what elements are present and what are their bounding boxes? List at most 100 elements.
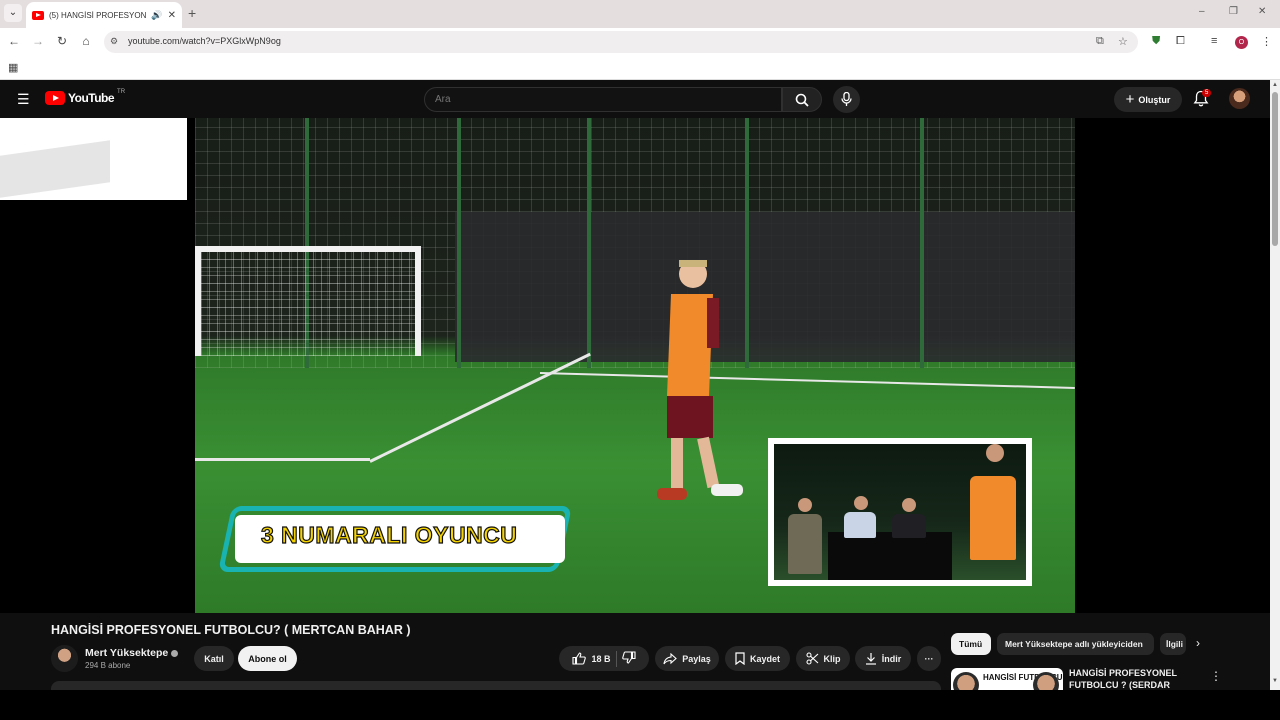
address-bar[interactable]: ⚙ youtube.com/watch?v=PXGlxWpN9og ⧉ ☆ bbox=[104, 31, 1138, 53]
subscribe-button[interactable]: Abone ol bbox=[238, 646, 297, 671]
download-label: İndir bbox=[881, 653, 902, 664]
download-button[interactable]: İndir bbox=[855, 646, 911, 671]
thumbs-down-icon bbox=[621, 651, 636, 664]
pitch-line bbox=[195, 458, 370, 461]
picture-in-picture-inset bbox=[768, 438, 1032, 586]
profile-avatar[interactable]: O bbox=[1235, 36, 1248, 49]
download-icon bbox=[865, 653, 876, 665]
join-button[interactable]: Katıl bbox=[194, 646, 234, 671]
close-tab-icon[interactable]: ✕ bbox=[168, 10, 176, 21]
scrollbar-thumb[interactable] bbox=[1272, 92, 1278, 246]
url-text[interactable]: youtube.com/watch?v=PXGlxWpN9og bbox=[128, 36, 281, 46]
search-input[interactable] bbox=[435, 94, 765, 105]
recommended-title[interactable]: HANGİSİ PROFESYONEL FUTBOLCU ? (SERDAR bbox=[1069, 667, 1204, 691]
net-post bbox=[587, 118, 591, 368]
share-icon bbox=[663, 652, 678, 664]
chip-from-uploader[interactable]: Mert Yüksektepe adlı yükleyiciden bbox=[997, 633, 1154, 655]
apps-grid-icon[interactable]: ▦ bbox=[8, 61, 18, 74]
chip-label: Mert Yüksektepe adlı yükleyiciden bbox=[1005, 639, 1143, 649]
video-title: HANGİSİ PROFESYONEL FUTBOLCU? ( MERTCAN … bbox=[51, 623, 411, 637]
plus-icon: + bbox=[1125, 91, 1135, 108]
site-info-icon[interactable]: ⚙ bbox=[110, 36, 118, 47]
media-controls-icon[interactable]: ≡ bbox=[1211, 35, 1217, 47]
chip-all[interactable]: Tümü bbox=[951, 633, 991, 655]
recommended-more-icon[interactable]: ⋮ bbox=[1210, 669, 1222, 683]
voice-search-button[interactable] bbox=[833, 86, 860, 113]
reload-icon[interactable]: ↻ bbox=[54, 34, 70, 48]
video-player[interactable]: 3 NUMARALI OYUNCU bbox=[0, 118, 1270, 613]
back-icon[interactable]: ← bbox=[6, 34, 22, 48]
player-number-banner: 3 NUMARALI OYUNCU bbox=[260, 521, 518, 548]
footballer-figure bbox=[657, 260, 743, 500]
mic-icon bbox=[841, 92, 852, 106]
chip-related[interactable]: İlgili bbox=[1160, 633, 1186, 655]
background-tarp bbox=[455, 212, 1075, 362]
save-button[interactable]: Kaydet bbox=[725, 646, 790, 671]
bookmark-star-icon[interactable]: ☆ bbox=[1118, 35, 1128, 48]
net-post bbox=[920, 118, 924, 368]
inset-person-head bbox=[798, 498, 812, 512]
channel-name-text[interactable]: Mert Yüksektepe bbox=[85, 647, 168, 659]
inset-person bbox=[788, 514, 822, 574]
inset-person bbox=[892, 514, 926, 538]
search-button[interactable] bbox=[782, 87, 822, 112]
like-count: 18 B bbox=[591, 653, 611, 664]
youtube-page: ☰ YouTube TR + Oluştur 5 bbox=[0, 80, 1270, 720]
share-label: Paylaş bbox=[682, 653, 711, 664]
net-post bbox=[457, 118, 461, 368]
maximize-button[interactable]: ❐ bbox=[1229, 6, 1238, 17]
channel-watermark-logo bbox=[0, 118, 187, 200]
extension-shield-icon[interactable]: ⛊ bbox=[1152, 35, 1160, 48]
country-code: TR bbox=[117, 89, 126, 95]
menu-icon[interactable]: ☰ bbox=[17, 91, 30, 108]
bookmark-icon bbox=[735, 652, 745, 665]
subscribe-label: Abone ol bbox=[248, 653, 287, 664]
chrome-menu-icon[interactable]: ⋮ bbox=[1261, 35, 1272, 48]
forward-icon[interactable]: → bbox=[30, 34, 46, 48]
create-button[interactable]: + Oluştur bbox=[1114, 87, 1182, 112]
scroll-down-arrow[interactable]: ▼ bbox=[1272, 678, 1278, 684]
account-avatar[interactable] bbox=[1229, 88, 1250, 109]
bottom-letterbox bbox=[0, 690, 1280, 720]
scissors-icon bbox=[805, 652, 818, 665]
thumbs-up-icon bbox=[572, 652, 587, 665]
browser-toolbar: ← → ↻ ⌂ ⚙ youtube.com/watch?v=PXGlxWpN9o… bbox=[0, 28, 1280, 56]
channel-avatar[interactable] bbox=[51, 645, 78, 672]
scroll-up-arrow[interactable]: ▲ bbox=[1272, 82, 1278, 88]
clip-label: Klip bbox=[823, 653, 841, 664]
close-window-button[interactable]: ✕ bbox=[1258, 6, 1266, 17]
speaker-icon[interactable]: 🔊 bbox=[151, 10, 162, 21]
home-icon[interactable]: ⌂ bbox=[78, 34, 94, 48]
search-box[interactable] bbox=[424, 87, 782, 112]
inset-person bbox=[844, 512, 876, 538]
tab-title: (5) HANGİSİ PROFESYONEL bbox=[49, 10, 147, 20]
inset-person-head bbox=[902, 498, 916, 512]
more-actions-button[interactable]: ··· bbox=[917, 646, 941, 671]
chevron-right-icon[interactable]: › bbox=[1196, 636, 1200, 650]
inset-person-head bbox=[854, 496, 868, 510]
like-dislike-group: 18 B bbox=[559, 646, 649, 671]
like-divider bbox=[615, 650, 617, 667]
extensions-puzzle-icon[interactable]: ⧠ bbox=[1176, 35, 1185, 48]
clip-button[interactable]: Klip bbox=[796, 646, 850, 671]
inset-table bbox=[828, 532, 952, 580]
like-button[interactable]: 18 B bbox=[572, 652, 611, 665]
minimize-button[interactable]: – bbox=[1199, 6, 1205, 17]
dislike-button[interactable] bbox=[621, 651, 636, 666]
inset-player-vest bbox=[970, 476, 1016, 560]
install-app-icon[interactable]: ⧉ bbox=[1096, 35, 1104, 48]
browser-tab[interactable]: (5) HANGİSİ PROFESYONEL 🔊 ✕ bbox=[26, 2, 182, 28]
share-button[interactable]: Paylaş bbox=[655, 646, 719, 671]
join-label: Katıl bbox=[204, 653, 224, 664]
video-frame[interactable]: 3 NUMARALI OYUNCU bbox=[195, 118, 1075, 613]
goal-frame bbox=[195, 246, 421, 356]
create-label: Oluştur bbox=[1138, 94, 1171, 105]
pitch-line bbox=[539, 372, 1075, 389]
chip-label: Tümü bbox=[959, 639, 983, 649]
new-tab-button[interactable]: + bbox=[188, 5, 196, 21]
channel-name[interactable]: Mert Yüksektepe bbox=[85, 647, 179, 659]
youtube-logo[interactable]: YouTube TR bbox=[45, 89, 126, 105]
tab-search-button[interactable]: ⌄ bbox=[4, 4, 22, 22]
chip-label: İlgili bbox=[1166, 639, 1183, 649]
youtube-favicon bbox=[32, 10, 44, 20]
